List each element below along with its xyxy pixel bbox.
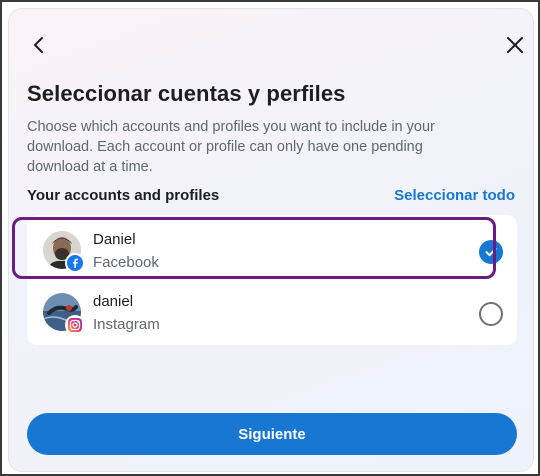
instagram-badge — [65, 315, 85, 335]
account-platform: Instagram — [93, 316, 160, 333]
facebook-icon — [67, 255, 83, 271]
account-name: Daniel — [93, 231, 136, 248]
checkmark-icon — [485, 247, 497, 257]
dialog-title: Seleccionar cuentas y perfiles — [27, 81, 346, 106]
instagram-icon — [68, 318, 82, 332]
chevron-left-icon — [34, 37, 43, 53]
accounts-list: Daniel Facebook daniel Instagram — [27, 215, 517, 345]
screenshot-frame: Seleccionar cuentas y perfiles Choose wh… — [0, 0, 540, 476]
back-button[interactable] — [21, 27, 57, 63]
next-button[interactable]: Siguiente — [27, 413, 517, 455]
section-label: Your accounts and profiles — [27, 187, 220, 204]
account-name: daniel — [93, 293, 134, 310]
account-row-facebook[interactable]: Daniel Facebook — [27, 221, 517, 283]
select-all-link[interactable]: Seleccionar todo — [394, 187, 515, 204]
unselected-check[interactable] — [479, 302, 503, 326]
account-platform: Facebook — [93, 254, 159, 271]
dialog-description: Choose which accounts and profiles you w… — [27, 119, 435, 175]
account-row-instagram[interactable]: daniel Instagram — [27, 283, 517, 345]
close-icon — [507, 37, 523, 53]
selected-check[interactable] — [479, 240, 503, 264]
select-accounts-dialog: Seleccionar cuentas y perfiles Choose wh… — [8, 8, 534, 472]
close-button[interactable] — [497, 27, 533, 63]
facebook-badge — [65, 253, 85, 273]
